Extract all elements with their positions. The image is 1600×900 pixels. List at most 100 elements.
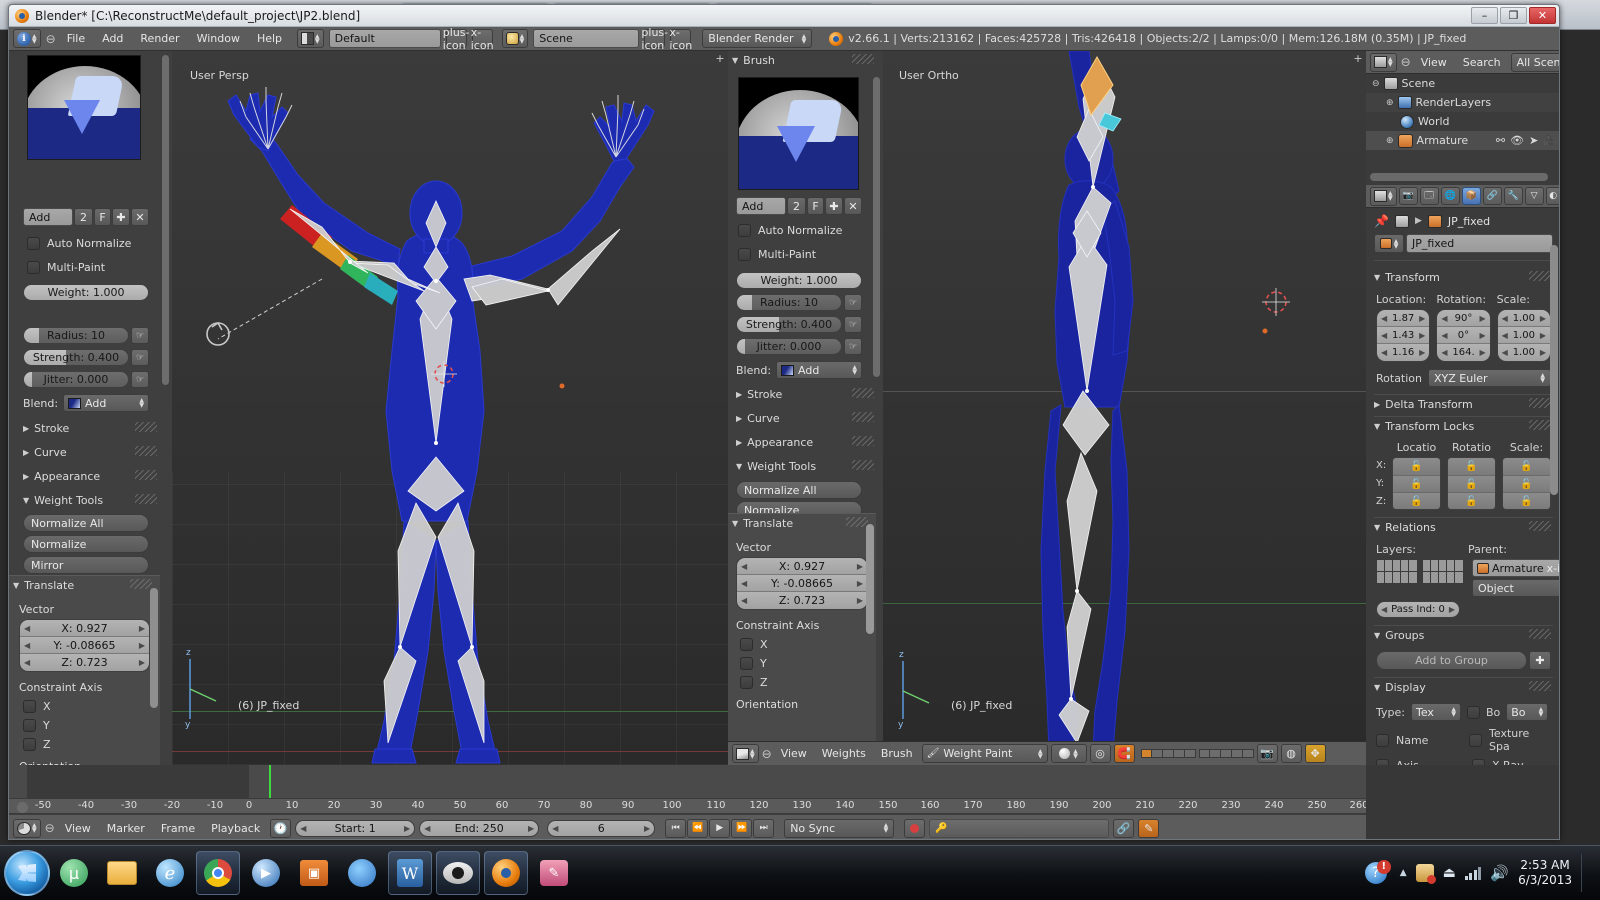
lock-scale-y[interactable]: 🔓 (1503, 475, 1550, 492)
object-layers[interactable] (1376, 559, 1464, 597)
blend-mode-selector[interactable]: Add ▲ ▼ (776, 361, 862, 379)
decrement-icon[interactable]: ◀ (741, 579, 747, 588)
weight-slider[interactable]: Weight: 1.000 (736, 272, 862, 289)
editor-type-selector-outliner[interactable]: ▲ ▼ (1370, 52, 1397, 72)
lock-rotation-x[interactable]: 🔓 (1448, 458, 1495, 475)
strength-pressure-icon[interactable]: ☞ (844, 316, 862, 333)
decrement-icon[interactable]: ◀ (1441, 314, 1447, 323)
layer-cell[interactable] (1242, 749, 1254, 758)
layer-cell[interactable] (1401, 572, 1409, 583)
lock-location-y[interactable]: 🔓 (1393, 475, 1440, 492)
decrement-icon[interactable]: ◀ (552, 824, 558, 833)
network-signal-icon[interactable] (1464, 866, 1482, 880)
increment-icon[interactable]: ▶ (857, 562, 863, 571)
cursor-icon[interactable]: ➤ (1529, 134, 1538, 147)
constraint-axis-z-row[interactable]: Z (9, 732, 160, 751)
pivot-point-selector[interactable]: ◎ (1089, 744, 1111, 763)
panel-translate-header[interactable]: ▼ Translate (9, 576, 156, 595)
taskbar-app-unity[interactable]: ▣ (292, 851, 336, 895)
properties-tab-constraints[interactable]: 🔗 (1482, 187, 1502, 205)
layer-cell[interactable] (1209, 749, 1221, 758)
brush-new-button[interactable]: ✚ (825, 197, 843, 215)
panel-grip-icon[interactable] (1529, 681, 1551, 691)
decrement-icon[interactable]: ◀ (300, 824, 306, 833)
start-frame-field[interactable]: ◀ Start: 1 ▶ (295, 819, 416, 837)
panel-grip-icon[interactable] (135, 470, 157, 480)
layer-cell[interactable] (1385, 560, 1393, 571)
panel-grip-icon[interactable] (852, 460, 874, 470)
normalize-all-button[interactable]: Normalize All (736, 481, 862, 499)
timeline-menu-frame[interactable]: Frame (155, 820, 201, 837)
decrement-icon[interactable]: ◀ (24, 624, 30, 633)
increment-icon[interactable]: ▶ (1419, 314, 1425, 323)
constraint-axis-y-row[interactable]: Y (9, 713, 160, 732)
viewport-1[interactable]: Add 2 F ✚ ✕ Auto Normalize Multi-Paint W… (9, 51, 728, 765)
menu-help[interactable]: Help (251, 30, 288, 47)
layer-cell[interactable] (1220, 749, 1232, 758)
timeline-track[interactable] (9, 765, 1366, 798)
action-center-alert-icon[interactable]: ? ! (1364, 860, 1391, 886)
outliner-menu-search[interactable]: Search (1457, 54, 1507, 71)
delete-screen-layout-button[interactable]: x-icon (471, 26, 494, 52)
panel-grip-icon[interactable] (852, 388, 874, 398)
increment-icon[interactable]: ▶ (1480, 314, 1486, 323)
start-orb[interactable] (4, 850, 50, 896)
radius-slider[interactable]: Radius: 10 (23, 327, 129, 344)
panel-grip-icon[interactable] (135, 446, 157, 456)
next-keyframe-button[interactable]: ⏩ (731, 818, 753, 838)
layer-cell[interactable] (1393, 572, 1401, 583)
layer-cell[interactable] (1431, 560, 1439, 571)
panel-curve[interactable]: ▶ Curve (19, 443, 161, 462)
magnet-snap-toggle[interactable]: 🧲 (1113, 744, 1135, 763)
clear-parent-icon[interactable]: x-icon (1547, 562, 1559, 575)
viewport-menu-view[interactable]: View (775, 745, 813, 762)
toolshelf-scrollbar-upper[interactable] (873, 77, 880, 377)
layer-cell[interactable] (1151, 749, 1163, 758)
layer-cell[interactable] (1455, 560, 1463, 571)
current-frame-field[interactable]: ◀ 6 ▶ (547, 819, 656, 837)
maximize-button[interactable]: ❐ (1500, 7, 1527, 24)
constraint-y-checkbox[interactable] (23, 719, 36, 732)
collapse-menu-icon[interactable]: ⊖ (1401, 55, 1411, 69)
panel-grip-icon[interactable] (846, 517, 868, 527)
toolshelf-scrollbar[interactable] (150, 588, 158, 708)
outliner-row-renderlayers[interactable]: ⊕ RenderLayers (1366, 93, 1559, 112)
taskbar-app-blender[interactable] (484, 851, 528, 895)
menu-add[interactable]: Add (96, 30, 129, 47)
translate-y-field[interactable]: ◀ Y: -0.08665 ▶ (737, 575, 867, 592)
panel-grip-icon[interactable] (852, 54, 874, 64)
play-button[interactable]: ▶ (709, 818, 731, 838)
location-z-field[interactable]: ◀ 1.16 ▶ (1377, 344, 1430, 361)
decrement-icon[interactable]: ◀ (424, 824, 430, 833)
collapse-expander-icon[interactable]: ⊖ (1372, 79, 1380, 89)
outliner-row-scene[interactable]: ⊖ Scene (1366, 74, 1559, 93)
rotation-mode-selector[interactable]: XYZ Euler ▲ ▼ (1428, 369, 1551, 387)
decrement-icon[interactable]: ◀ (741, 562, 747, 571)
expand-expander-icon[interactable]: ⊕ (1386, 136, 1394, 146)
increment-icon[interactable]: ▶ (644, 824, 650, 833)
decrement-icon[interactable]: ◀ (1502, 331, 1508, 340)
viewport-menu-brush[interactable]: Brush (875, 745, 919, 762)
layer-cell[interactable] (1377, 572, 1385, 583)
layer-cell[interactable] (1409, 560, 1417, 571)
increment-icon[interactable]: ▶ (139, 658, 145, 667)
brush-users-count[interactable]: 2 (787, 197, 806, 215)
bounds-type-selector[interactable]: Bo ▲ ▼ (1506, 703, 1549, 721)
outliner-menu-view[interactable]: View (1415, 54, 1453, 71)
increment-icon[interactable]: ▶ (1540, 348, 1546, 357)
collapse-menu-icon[interactable]: ⊖ (45, 821, 55, 835)
panel-translate-header[interactable]: ▼ Translate (728, 514, 872, 533)
display-type-selector[interactable]: Tex ▲ ▼ (1410, 703, 1461, 721)
panel-grip-icon[interactable] (852, 436, 874, 446)
auto-normalize-row[interactable]: Auto Normalize (738, 224, 842, 237)
scale-y-field[interactable]: ◀ 1.00 ▶ (1497, 327, 1550, 344)
properties-tab-data[interactable]: ▽ (1524, 187, 1544, 205)
brush-unlink-button[interactable]: ✕ (844, 197, 862, 215)
panel-transform-locks[interactable]: ▼ Transform Locks (1366, 417, 1559, 436)
properties-tab-object[interactable]: 📦 (1461, 187, 1481, 205)
delete-scene-button[interactable]: x-icon (669, 26, 692, 52)
jump-to-start-button[interactable]: ⏮ (665, 818, 687, 838)
lock-rotation-y[interactable]: 🔓 (1448, 475, 1495, 492)
layer-cell[interactable] (1447, 560, 1455, 571)
viewport-1-canvas[interactable]: User Persp (6) JP_fixed z y + (172, 51, 728, 765)
